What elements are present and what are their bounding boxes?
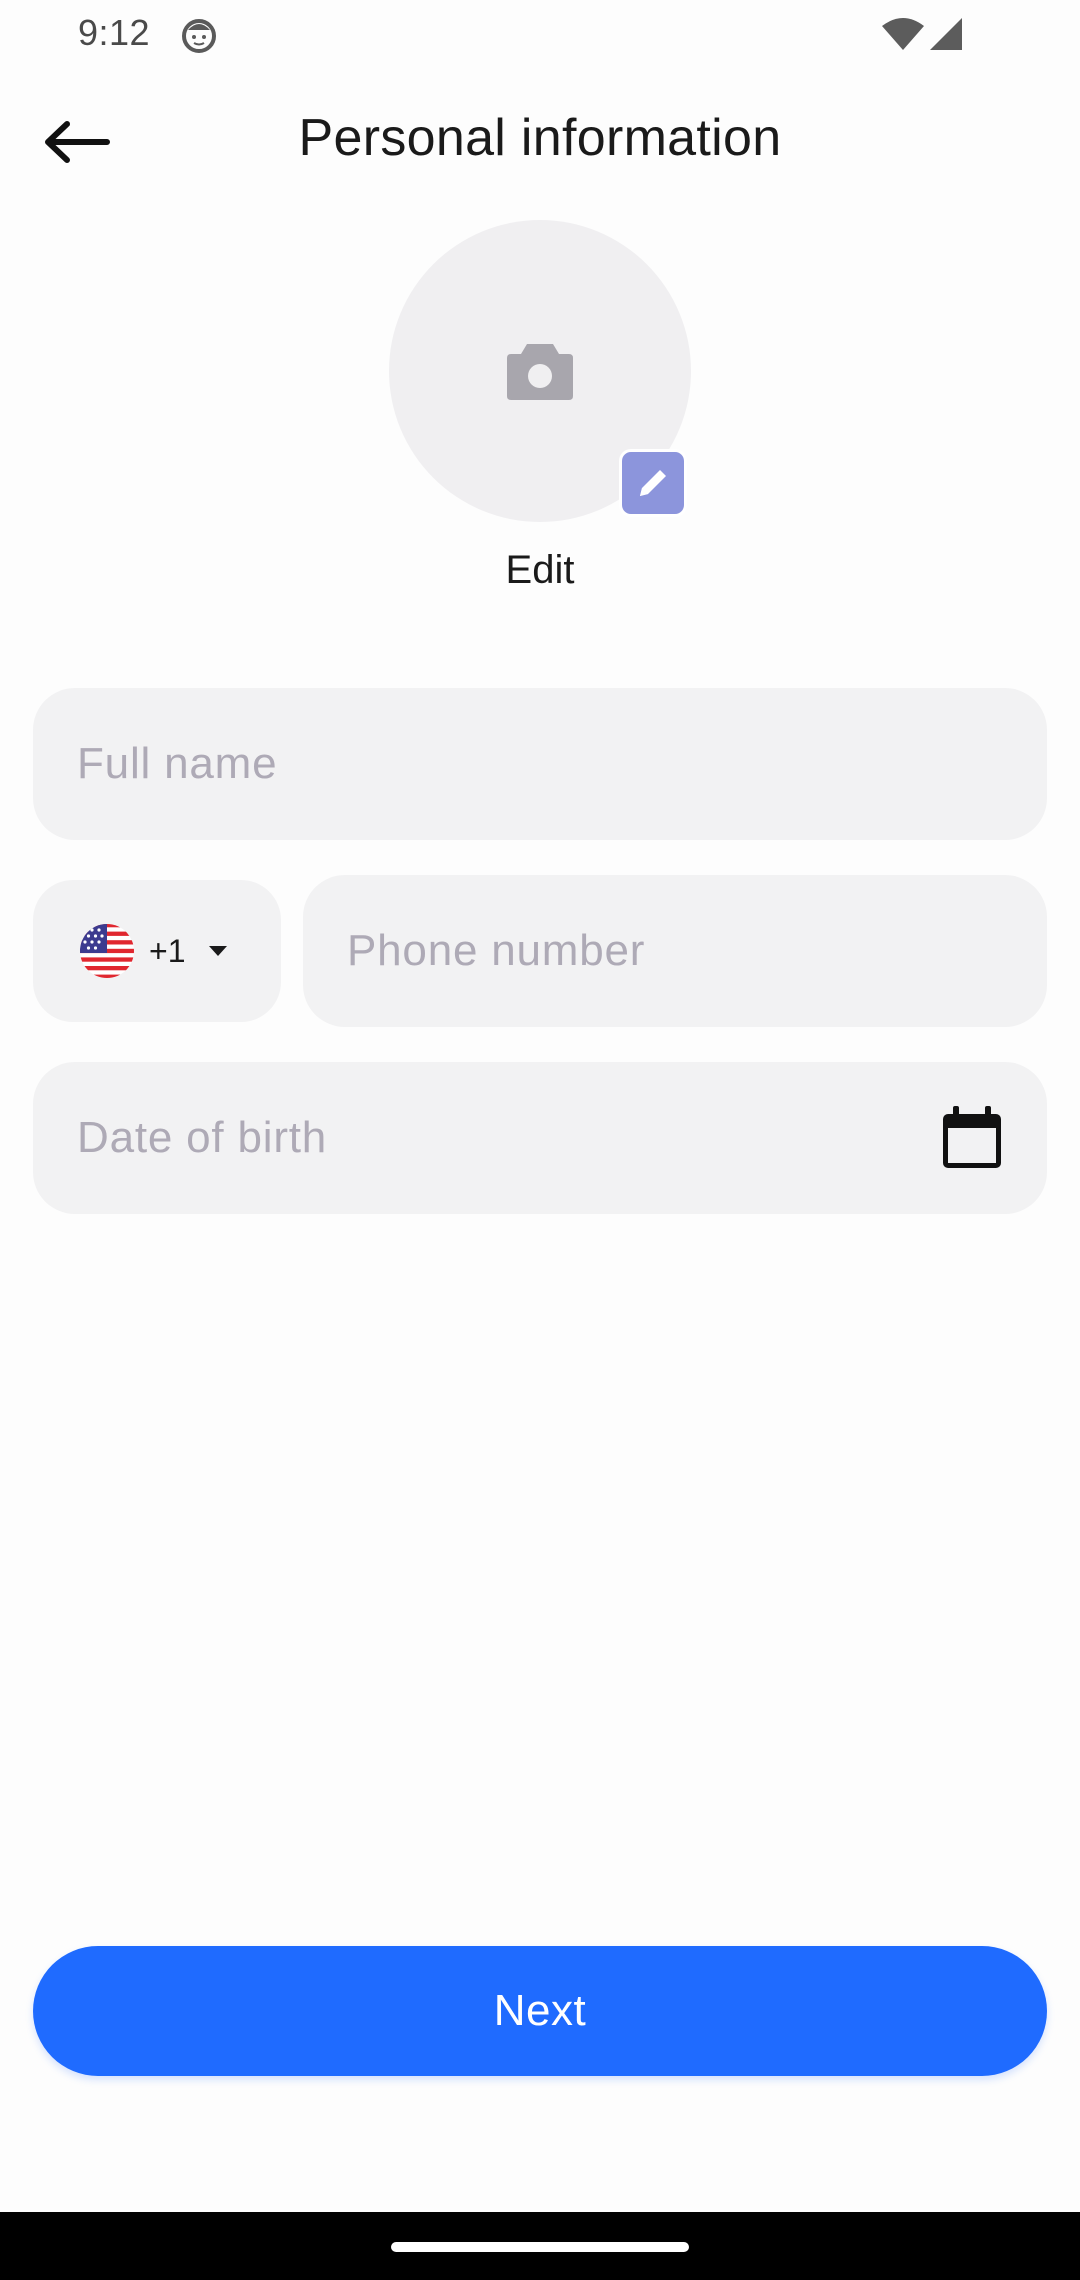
pencil-icon <box>640 470 666 496</box>
date-of-birth-input[interactable] <box>33 1062 1047 1214</box>
full-name-field[interactable] <box>33 688 1047 840</box>
home-indicator[interactable] <box>391 2242 689 2252</box>
status-time: 9:12 <box>78 12 151 53</box>
personal-information-screen: 9:12 Personal information Edit Full name… <box>0 0 1080 2280</box>
edit-label[interactable]: Edit <box>0 548 1080 593</box>
full-name-input[interactable] <box>33 688 1047 840</box>
edit-avatar-button[interactable] <box>619 449 687 517</box>
phone-number-field[interactable] <box>303 875 1047 1027</box>
wifi-icon <box>882 18 924 50</box>
camera-icon <box>507 344 573 400</box>
us-flag-icon <box>80 924 134 978</box>
status-bar: 9:12 <box>0 0 1080 70</box>
date-of-birth-field[interactable] <box>33 1062 1047 1214</box>
country-code-picker[interactable]: +1 <box>33 880 281 1022</box>
next-button[interactable]: Next <box>33 1946 1047 2076</box>
navigation-bar <box>0 2212 1080 2280</box>
page-title: Personal information <box>298 109 782 167</box>
caret-down-icon <box>209 946 228 956</box>
smiley-face-icon <box>182 19 216 53</box>
country-code: +1 <box>149 932 186 969</box>
calendar-icon[interactable] <box>939 1104 1005 1172</box>
cell-signal-icon <box>930 18 962 50</box>
phone-number-input[interactable] <box>303 875 1047 1027</box>
